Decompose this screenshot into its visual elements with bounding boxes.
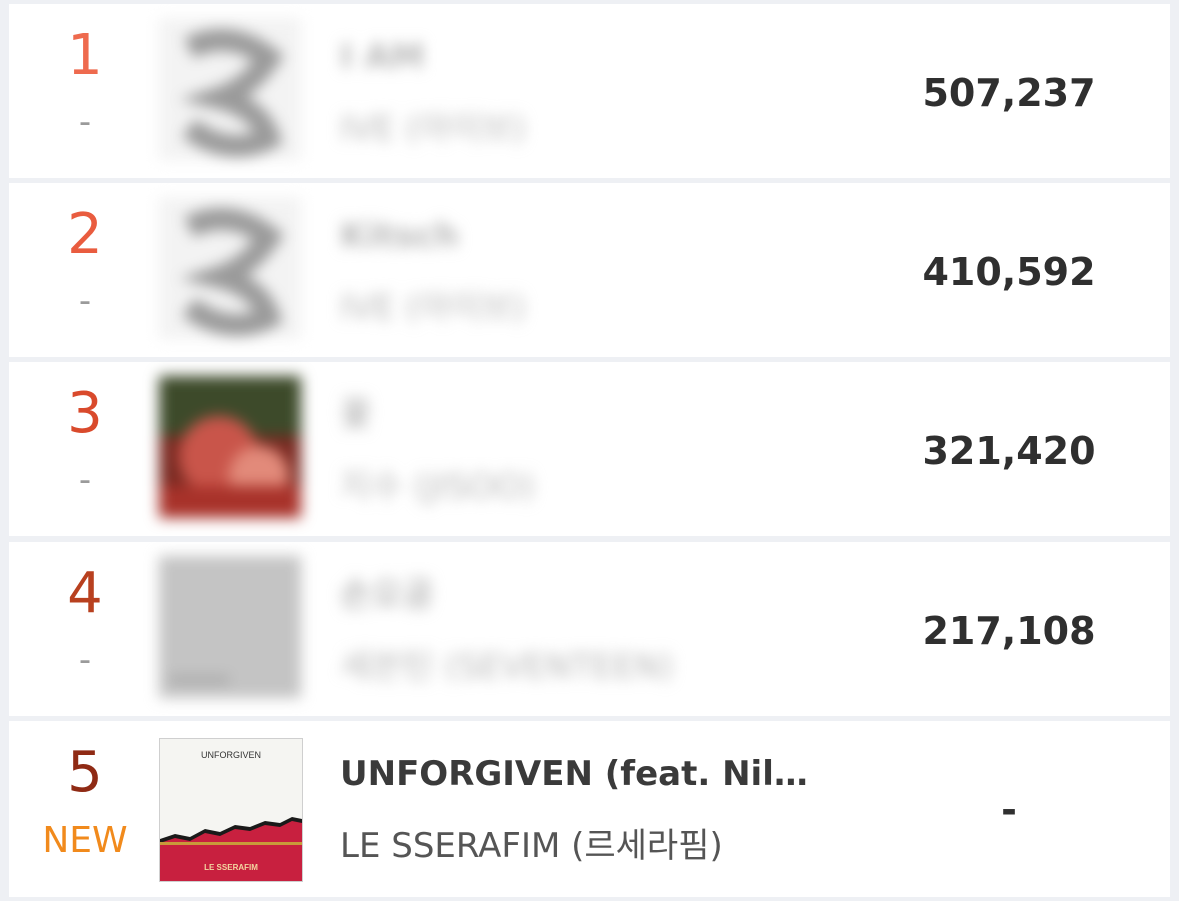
cover-title-text: UNFORGIVEN (201, 750, 261, 760)
song-title[interactable]: I AM (340, 36, 820, 78)
play-count: 507,237 (922, 71, 1096, 115)
play-count: - (1001, 788, 1017, 832)
chart-row[interactable]: 3 - 꽃 지수 (JISOO) 321,420 (9, 362, 1170, 536)
play-count: 410,592 (922, 250, 1096, 294)
rank-number: 1 (67, 23, 103, 88)
rank-number: 2 (67, 202, 103, 267)
rank-number: 5 (67, 740, 103, 805)
song-title[interactable]: Kitsch (340, 215, 820, 257)
play-count: 217,108 (922, 609, 1096, 653)
song-title[interactable]: 손오공 (340, 574, 820, 616)
new-badge: NEW (42, 820, 128, 861)
chart-row[interactable]: 2 - Kitsch IVE (아이브) 410,592 (9, 183, 1170, 357)
play-count: 321,420 (922, 429, 1096, 473)
artist-name[interactable]: 세븐틴 (SEVENTEEN) (340, 646, 820, 688)
chart-row[interactable]: 4 - 손오공 세븐틴 (SEVENTEEN) 217,108 (9, 542, 1170, 716)
rank-change: - (78, 102, 92, 142)
artist-name[interactable]: IVE (아이브) (340, 287, 820, 329)
album-cover[interactable]: UNFORGIVEN LE SSERAFIM (159, 738, 303, 882)
rank-number: 3 (67, 381, 103, 446)
album-cover[interactable] (159, 556, 301, 698)
rank-number: 4 (67, 561, 103, 626)
chart-row[interactable]: 5 NEW UNFORGIVEN LE SSERAFIM UNFORGIVEN … (9, 721, 1170, 897)
rank-change: - (78, 460, 92, 500)
song-title[interactable]: UNFORGIVEN (feat. Nil… (340, 753, 820, 795)
song-title[interactable]: 꽃 (340, 394, 820, 436)
artist-name[interactable]: 지수 (JISOO) (340, 466, 820, 508)
cover-artist-text: LE SSERAFIM (204, 863, 258, 872)
rank-change: - (78, 281, 92, 321)
artist-name[interactable]: LE SSERAFIM (르세라핌) (340, 825, 820, 867)
artist-name[interactable]: IVE (아이브) (340, 108, 820, 150)
album-cover[interactable] (159, 376, 301, 518)
rank-change: - (78, 640, 92, 680)
album-cover[interactable] (159, 197, 301, 339)
chart-row[interactable]: 1 - I AM IVE (아이브) 507,237 (9, 4, 1170, 178)
album-cover[interactable] (159, 18, 301, 160)
chart-list: 1 - I AM IVE (아이브) 507,237 2 - Kitsch IV… (0, 0, 1179, 901)
